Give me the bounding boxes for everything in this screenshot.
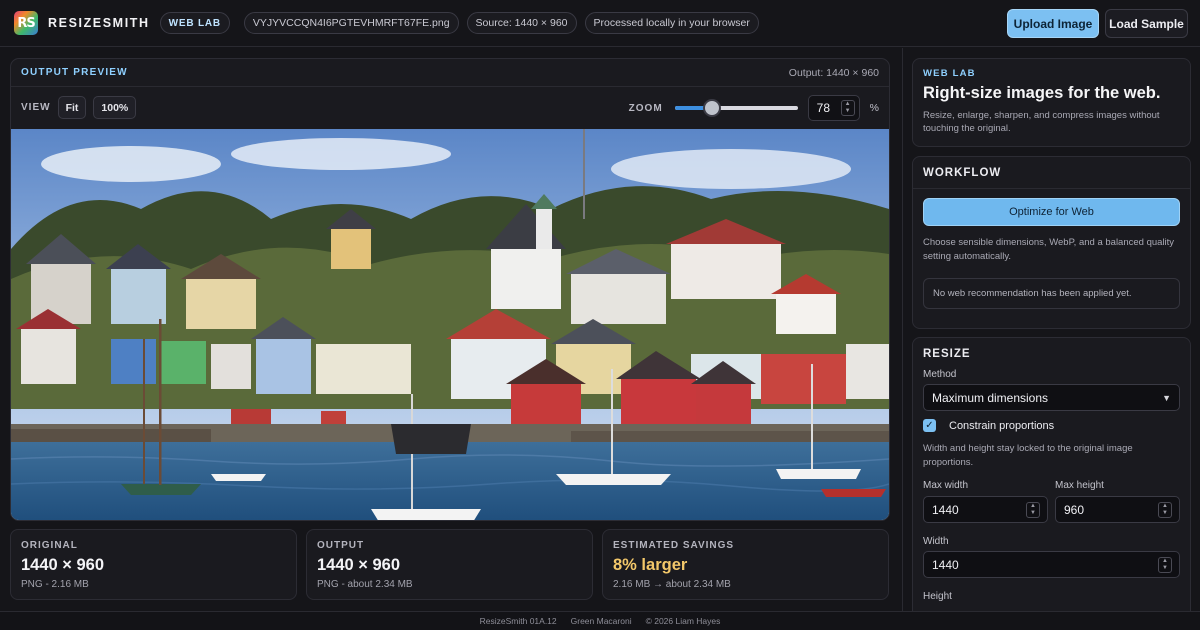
zoom-unit: % — [869, 102, 879, 114]
output-stat-value: 1440 × 960 — [317, 556, 401, 574]
intro-title: Right-size images for the web. — [923, 84, 1161, 102]
intro-eyebrow: WEB LAB — [923, 68, 976, 79]
footer-version: ResizeSmith 01A.12 — [479, 616, 557, 626]
height-label: Height — [923, 591, 952, 602]
preview-toolbar: VIEW Fit 100% ZOOM 78 ▲ ▼ % — [11, 87, 889, 128]
web-lab-badge: WEB LAB — [159, 12, 230, 34]
zoom-label: ZOOM — [628, 102, 663, 114]
width-label: Width — [923, 536, 949, 547]
output-preview-panel: OUTPUT PREVIEW Output: 1440 × 960 VIEW F… — [10, 58, 890, 521]
output-stat-sub: PNG - about 2.34 MB — [317, 579, 413, 590]
intro-description: Resize, enlarge, sharpen, and compress i… — [923, 110, 1160, 134]
view-label: VIEW — [21, 102, 51, 113]
filename-chip: VYJYVCCQN4I6PGTEVHMRFT67FE.png — [243, 12, 459, 34]
original-stat-value: 1440 × 960 — [21, 556, 105, 574]
output-stat-card: OUTPUT 1440 × 960 PNG - about 2.34 MB — [306, 529, 593, 600]
savings-stat-value: 8% larger — [613, 556, 688, 574]
output-size-label: Output: 1440 × 960 — [788, 66, 879, 79]
original-stat-card: ORIGINAL 1440 × 960 PNG - 2.16 MB — [10, 529, 297, 600]
top-bar: RS RESIZESMITH WEB LAB VYJYVCCQN4I6PGTEV… — [0, 0, 1200, 47]
max-height-input[interactable]: 960 ▲ ▼ — [1055, 496, 1180, 523]
footer-codename: Green Macaroni — [570, 616, 632, 626]
local-processing-chip: Processed locally in your browser — [584, 12, 759, 34]
max-height-label: Max height — [1055, 480, 1104, 491]
workflow-title: WORKFLOW — [923, 167, 1002, 179]
max-dimensions-row: Max width 1440 ▲ ▼ Max height 960 ▲ ▼ — [923, 480, 1180, 523]
preview-title: OUTPUT PREVIEW — [21, 67, 128, 78]
constrain-help-text: Width and height stay locked to the orig… — [923, 443, 1133, 468]
max-height-value: 960 — [1064, 502, 1085, 517]
zoom-slider[interactable] — [674, 99, 798, 117]
source-size-chip: Source: 1440 × 960 — [466, 12, 577, 34]
optimize-for-web-button[interactable]: Optimize for Web — [923, 198, 1180, 226]
intro-card: WEB LAB Right-size images for the web. R… — [912, 58, 1191, 147]
zoom-stepper-icon[interactable]: ▲ ▼ — [840, 100, 855, 116]
width-stepper-icon[interactable]: ▲ ▼ — [1158, 557, 1172, 573]
zoom-control: ZOOM 78 ▲ ▼ % — [629, 95, 879, 121]
method-label: Method — [923, 369, 957, 380]
output-stat-label: OUTPUT — [317, 540, 365, 551]
chevron-down-icon: ▼ — [1162, 392, 1171, 403]
actual-size-button[interactable]: 100% — [93, 96, 137, 119]
workflow-card: WORKFLOW Optimize for Web Choose sensibl… — [912, 156, 1191, 329]
footer-copyright: © 2026 Liam Hayes — [645, 616, 721, 626]
max-height-stepper-icon[interactable]: ▲ ▼ — [1158, 502, 1172, 518]
max-width-value: 1440 — [932, 502, 959, 517]
max-height-group: Max height 960 ▲ ▼ — [1055, 480, 1180, 523]
max-width-stepper-icon[interactable]: ▲ ▼ — [1026, 502, 1040, 518]
settings-sidebar[interactable]: WEB LAB Right-size images for the web. R… — [902, 48, 1200, 611]
zoom-value: 78 — [816, 101, 831, 115]
constrain-proportions-row[interactable]: ✓ Constrain proportions — [923, 419, 1180, 432]
width-input[interactable]: 1440 ▲ ▼ — [923, 551, 1180, 578]
fit-view-button[interactable]: Fit — [57, 96, 87, 119]
workflow-description: Choose sensible dimensions, WebP, and a … — [923, 237, 1175, 262]
original-stat-label: ORIGINAL — [21, 540, 78, 551]
constrain-proportions-label: Constrain proportions — [949, 419, 1055, 432]
original-stat-sub: PNG - 2.16 MB — [21, 579, 89, 590]
method-select-value: Maximum dimensions — [932, 390, 1049, 405]
recommendation-notice: No web recommendation has been applied y… — [923, 278, 1180, 309]
load-sample-button[interactable]: Load Sample — [1105, 9, 1188, 38]
savings-stat-label: ESTIMATED SAVINGS — [613, 540, 735, 551]
upload-image-button[interactable]: Upload Image — [1007, 9, 1099, 38]
savings-stat-sub: 2.16 MB → about 2.34 MB — [613, 579, 731, 590]
zoom-slider-thumb[interactable] — [702, 99, 721, 117]
max-width-group: Max width 1440 ▲ ▼ — [923, 480, 1048, 523]
app-name: RESIZESMITH — [48, 16, 150, 30]
max-width-input[interactable]: 1440 ▲ ▼ — [923, 496, 1048, 523]
constrain-proportions-checkbox[interactable]: ✓ — [923, 419, 936, 432]
max-width-label: Max width — [923, 480, 969, 491]
harbor-preview-image — [11, 129, 889, 520]
footer: ResizeSmith 01A.12 Green Macaroni © 2026… — [0, 611, 1200, 630]
preview-header: OUTPUT PREVIEW Output: 1440 × 960 — [11, 59, 889, 87]
zoom-input[interactable]: 78 ▲ ▼ — [807, 95, 860, 121]
workflow-divider — [913, 188, 1190, 189]
app-logo: RS — [14, 11, 38, 35]
width-value: 1440 — [932, 557, 959, 572]
resize-title: RESIZE — [923, 348, 971, 360]
method-select[interactable]: Maximum dimensions ▼ — [923, 384, 1180, 411]
savings-stat-card: ESTIMATED SAVINGS 8% larger 2.16 MB → ab… — [602, 529, 889, 600]
resize-card: RESIZE Method Maximum dimensions ▼ ✓ Con… — [912, 337, 1191, 611]
